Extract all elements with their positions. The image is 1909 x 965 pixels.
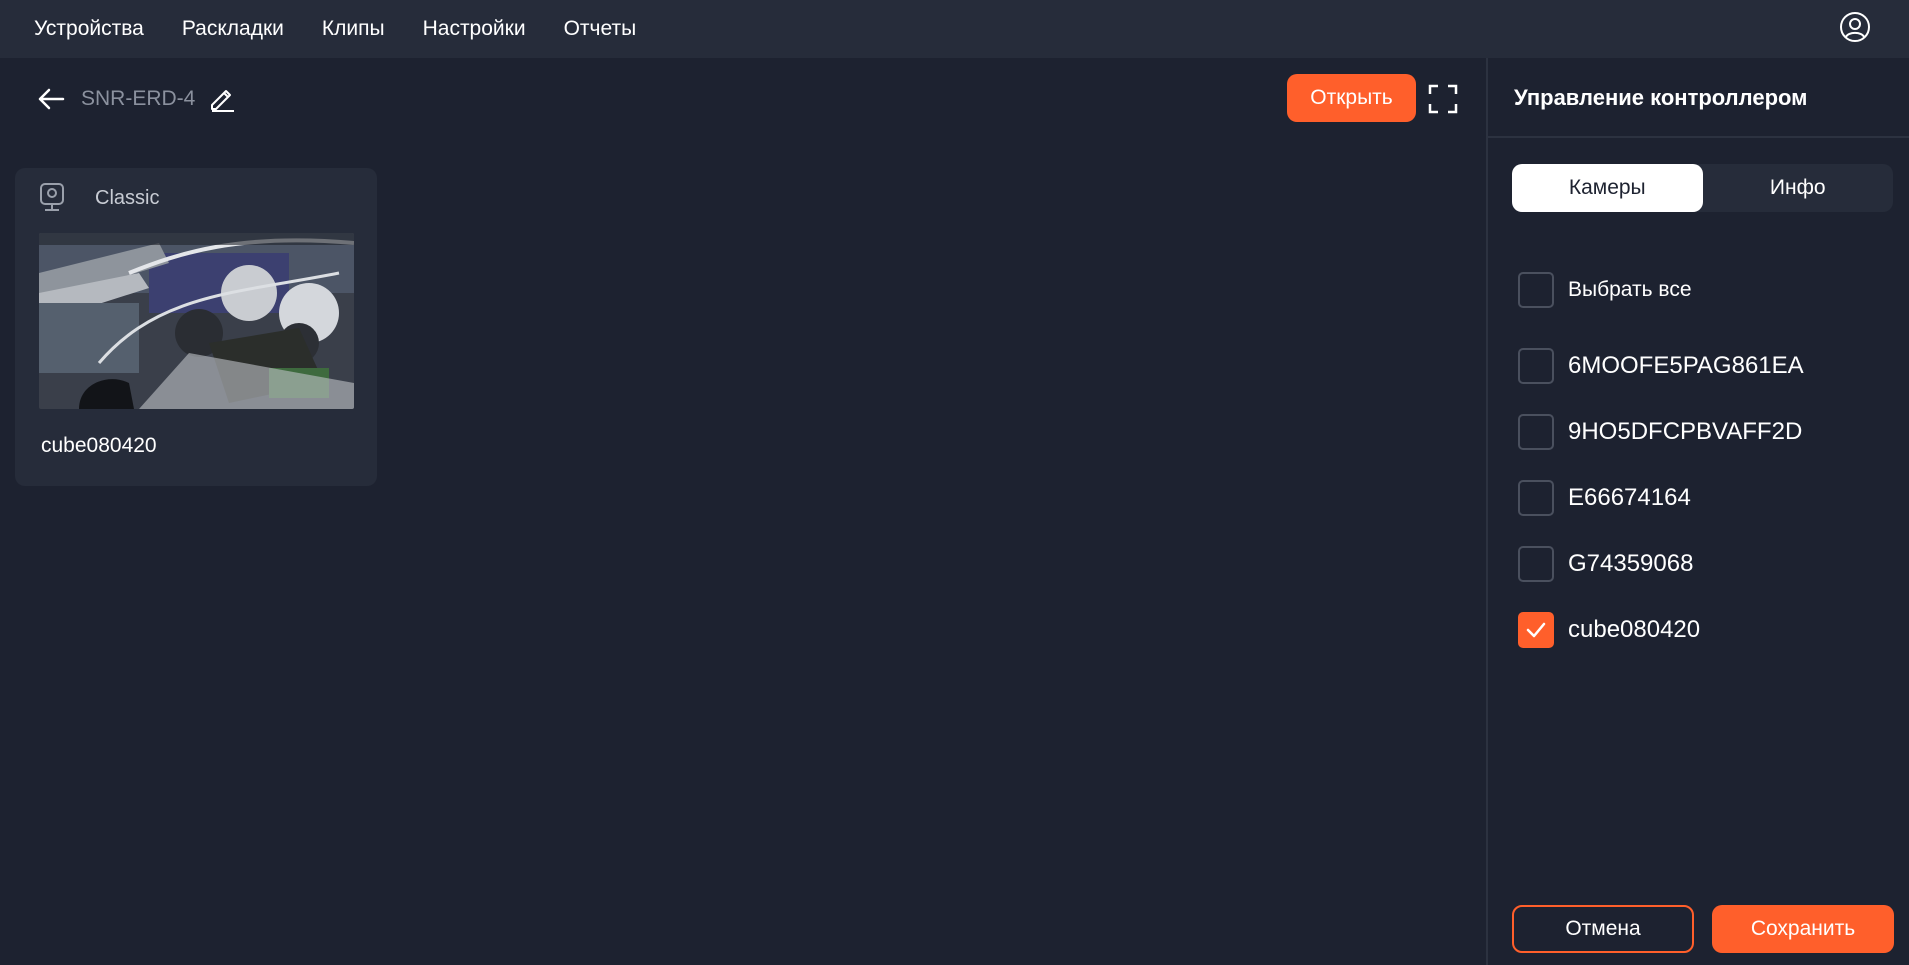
camera-icon — [40, 183, 64, 211]
fullscreen-icon[interactable] — [1428, 84, 1458, 114]
main-content: SNR-ERD-4 Открыть Classic cube080420 — [0, 58, 1486, 965]
camera-label: 6MOOFE5PAG861EA — [1568, 352, 1804, 379]
device-header: SNR-ERD-4 Открыть — [0, 58, 1486, 138]
nav-item-devices[interactable]: Устройства — [34, 17, 144, 41]
nav-item-settings[interactable]: Настройки — [423, 17, 526, 41]
checkmark-icon — [1526, 622, 1546, 638]
camera-row[interactable]: E66674164 — [1518, 480, 1691, 516]
panel-tabs: Камеры Инфо — [1512, 164, 1893, 212]
select-all-row[interactable]: Выбрать все — [1518, 272, 1692, 308]
camera-label: 9HO5DFCPBVAFF2D — [1568, 418, 1803, 445]
top-navigation: Устройства Раскладки Клипы Настройки Отч… — [0, 0, 1909, 58]
camera-checkbox[interactable] — [1518, 348, 1554, 384]
select-all-label: Выбрать все — [1568, 278, 1692, 301]
camera-row[interactable]: G74359068 — [1518, 546, 1693, 582]
open-button[interactable]: Открыть — [1287, 74, 1416, 122]
camera-row[interactable]: 6MOOFE5PAG861EA — [1518, 348, 1804, 384]
save-button[interactable]: Сохранить — [1712, 905, 1894, 953]
nav-item-reports[interactable]: Отчеты — [564, 17, 637, 41]
camera-label: cube080420 — [1568, 616, 1701, 643]
tab-cameras[interactable]: Камеры — [1512, 164, 1703, 212]
camera-checkbox[interactable] — [1518, 546, 1554, 582]
controller-panel: Управление контроллером Камеры Инфо Выбр… — [1488, 58, 1909, 965]
back-arrow-icon[interactable] — [36, 84, 66, 114]
camera-row[interactable]: cube080420 — [1518, 612, 1700, 648]
camera-checkbox[interactable] — [1518, 480, 1554, 516]
device-title: SNR-ERD-4 — [81, 87, 196, 110]
nav-item-clips[interactable]: Клипы — [322, 17, 385, 41]
tab-info[interactable]: Инфо — [1703, 164, 1894, 212]
camera-label: E66674164 — [1568, 484, 1691, 511]
panel-header-divider — [1488, 136, 1909, 138]
camera-checkbox-checked[interactable] — [1518, 612, 1554, 648]
user-account-icon[interactable] — [1839, 11, 1871, 43]
nav-menu: Устройства Раскладки Клипы Настройки Отч… — [0, 17, 636, 41]
camera-label: G74359068 — [1568, 550, 1694, 577]
nav-item-layouts[interactable]: Раскладки — [182, 17, 284, 41]
camera-type-label: Classic — [95, 187, 160, 209]
camera-checkbox[interactable] — [1518, 414, 1554, 450]
camera-preview-image — [39, 233, 354, 409]
pencil-edit-icon[interactable] — [208, 84, 236, 112]
select-all-checkbox[interactable] — [1518, 272, 1554, 308]
camera-row[interactable]: 9HO5DFCPBVAFF2D — [1518, 414, 1802, 450]
panel-title: Управление контроллером — [1514, 85, 1808, 110]
cancel-button[interactable]: Отмена — [1512, 905, 1694, 953]
camera-name: cube080420 — [41, 434, 157, 457]
camera-card[interactable]: Classic cube080420 — [15, 168, 377, 486]
